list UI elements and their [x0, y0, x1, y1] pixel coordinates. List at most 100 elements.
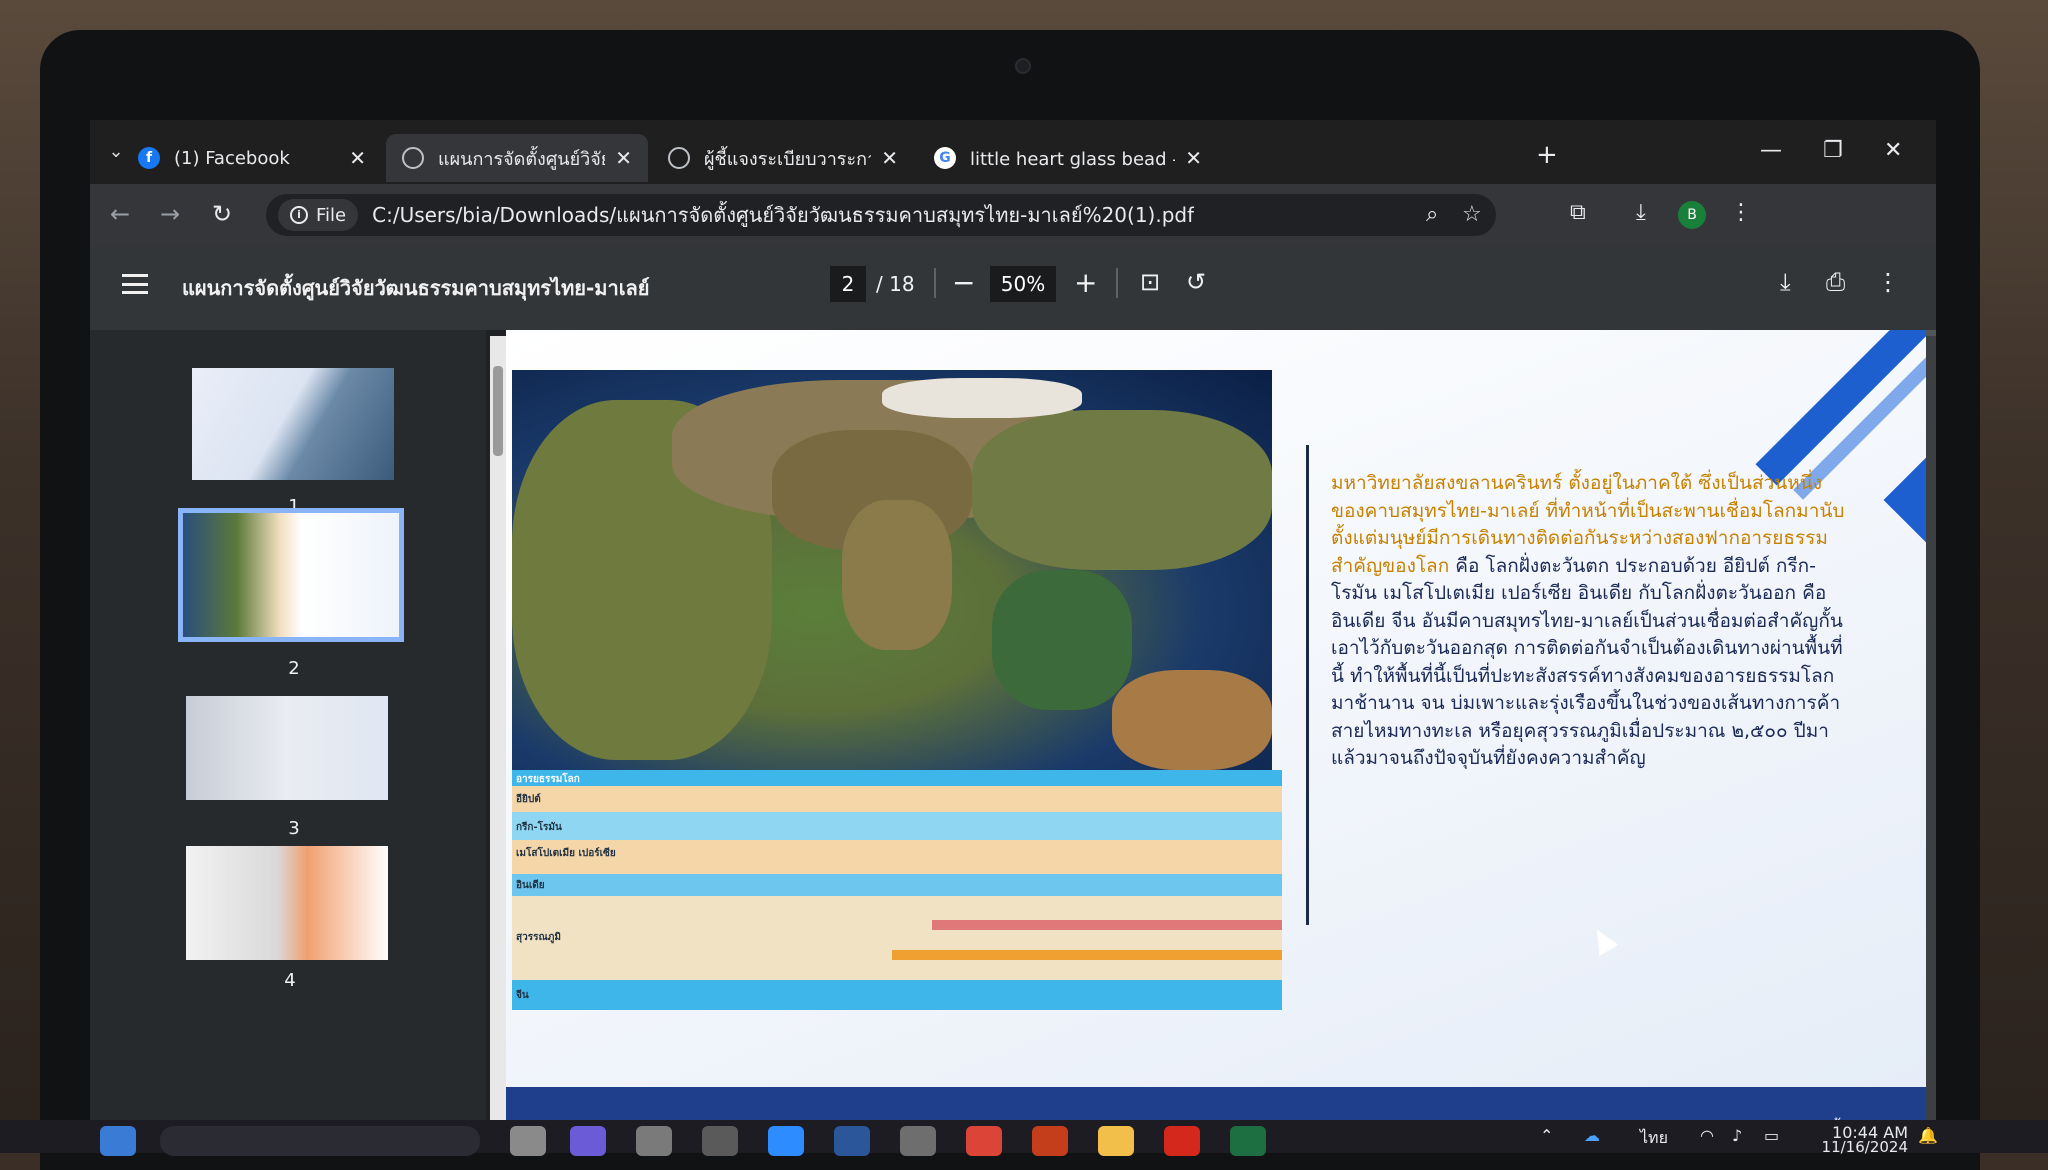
- page-number-input[interactable]: 2: [830, 266, 866, 302]
- battery-icon[interactable]: ▭: [1764, 1126, 1779, 1145]
- screen: ⌄ f (1) Facebook ✕ แผนการจัดตั้งศูนย์วิจ…: [90, 120, 1936, 1153]
- scrollbar-thumb[interactable]: [493, 366, 503, 456]
- tab-title: แผนการจัดตั้งศูนย์วิจัยวัฒนธรรมคาบ: [438, 144, 605, 173]
- site-info-chip[interactable]: i File: [278, 199, 358, 231]
- copilot-icon[interactable]: [570, 1126, 606, 1156]
- store-icon[interactable]: [636, 1126, 672, 1156]
- zoom-app-icon[interactable]: [768, 1126, 804, 1156]
- reload-icon[interactable]: ↻: [212, 200, 232, 228]
- calculator-icon[interactable]: [900, 1126, 936, 1156]
- new-tab-icon[interactable]: +: [1536, 140, 1558, 170]
- input-language[interactable]: ไทย: [1640, 1126, 1668, 1151]
- fit-to-page-icon[interactable]: ⊡: [1140, 268, 1160, 296]
- file-explorer-icon[interactable]: [1098, 1126, 1134, 1156]
- rotate-icon[interactable]: ↺: [1186, 268, 1206, 296]
- thumbnail-scrollbar[interactable]: [490, 336, 506, 1141]
- timeline-row-label: เมโสโปเตเมีย เปอร์เซีย: [516, 846, 616, 861]
- close-window-icon[interactable]: ✕: [1884, 138, 1902, 163]
- tab-google-search[interactable]: G little heart glass bead - ค้นหาด้วย ✕: [918, 134, 1218, 182]
- chrome-icon[interactable]: [966, 1126, 1002, 1156]
- pdf-page-2: อารยธรรมโลก อียิปต์ กรีก-โรมัน เมโสโปเตเ…: [506, 330, 1926, 1153]
- start-icon[interactable]: [100, 1126, 136, 1156]
- sidebar-menu-icon[interactable]: [122, 274, 148, 294]
- excel-icon[interactable]: [1230, 1126, 1266, 1156]
- notifications-bell-icon[interactable]: 🔔: [1918, 1126, 1938, 1145]
- close-tab-icon[interactable]: ✕: [615, 146, 632, 170]
- powerpoint-icon[interactable]: [1032, 1126, 1068, 1156]
- timeline-row-label: สุวรรณภูมิ: [516, 930, 561, 945]
- url-text: C:/Users/bia/Downloads/แผนการจัดตั้งศูนย…: [372, 199, 1194, 231]
- google-icon: G: [934, 147, 956, 169]
- page-paragraph: มหาวิทยาลัยสงขลานครินทร์ ตั้งอยู่ในภาคใต…: [1331, 470, 1851, 773]
- zoom-level-input[interactable]: 50%: [990, 266, 1056, 302]
- zoom-magnifier-icon[interactable]: ⌕: [1426, 202, 1438, 227]
- settings-icon[interactable]: [702, 1126, 738, 1156]
- thumbnail-label: 3: [194, 818, 394, 839]
- tab-title: (1) Facebook: [174, 148, 339, 169]
- thumbnail-label: 4: [190, 970, 390, 991]
- globe-icon: [668, 147, 690, 169]
- world-map-image: [512, 370, 1272, 770]
- paragraph-rest: คือ โลกฝั่งตะวันตก ประกอบด้วย อียิปต์ กร…: [1331, 555, 1843, 770]
- thumbnail-page-1[interactable]: [190, 366, 396, 482]
- tab-title: ผู้ชี้แจงระเบียบวาระการประชุมสภามห: [704, 144, 871, 173]
- timeline-row-label: อียิปต์: [516, 792, 541, 807]
- close-tab-icon[interactable]: ✕: [349, 146, 366, 170]
- tab-title: little heart glass bead - ค้นหาด้วย: [970, 144, 1175, 173]
- thumbnail-page-4[interactable]: [184, 844, 390, 962]
- zoom-in-icon[interactable]: +: [1074, 266, 1097, 299]
- windows-taskbar: ⌃ ☁ ไทย ◠ ♪ ▭ 10:44 AM 🔔: [0, 1120, 2048, 1153]
- minimize-icon[interactable]: —: [1760, 138, 1782, 163]
- wifi-icon[interactable]: ◠: [1700, 1126, 1714, 1145]
- restore-icon[interactable]: ❐: [1823, 138, 1843, 163]
- thumbnail-label: 2: [194, 658, 394, 679]
- forward-icon[interactable]: →: [160, 200, 180, 228]
- show-hidden-icons[interactable]: ⌃: [1540, 1126, 1553, 1145]
- volume-icon[interactable]: ♪: [1732, 1126, 1742, 1145]
- zoom-out-icon[interactable]: −: [952, 266, 975, 299]
- close-tab-icon[interactable]: ✕: [881, 146, 898, 170]
- pdf-viewport[interactable]: อารยธรรมโลก อียิปต์ กรีก-โรมัน เมโสโปเตเ…: [506, 330, 1936, 1153]
- webcam-icon: [1015, 58, 1031, 74]
- bookmark-star-icon[interactable]: ☆: [1462, 202, 1482, 227]
- profile-avatar[interactable]: B: [1678, 201, 1706, 229]
- downloads-icon[interactable]: ⤓: [1636, 200, 1646, 225]
- pdf-more-icon[interactable]: ⋮: [1876, 268, 1900, 296]
- tab-facebook[interactable]: f (1) Facebook ✕: [122, 134, 382, 182]
- decorative-diamond: [1884, 458, 1926, 543]
- tab-strip: ⌄ f (1) Facebook ✕ แผนการจัดตั้งศูนย์วิจ…: [90, 120, 1936, 184]
- onedrive-icon[interactable]: ☁: [1584, 1126, 1600, 1145]
- close-tab-icon[interactable]: ✕: [1185, 146, 1202, 170]
- tab-meeting-agenda[interactable]: ผู้ชี้แจงระเบียบวาระการประชุมสภามห ✕: [652, 134, 914, 182]
- thumbnail-page-3[interactable]: [184, 694, 390, 802]
- download-pdf-icon[interactable]: ⤓: [1780, 268, 1791, 296]
- address-bar[interactable]: i File C:/Users/bia/Downloads/แผนการจัดต…: [266, 194, 1496, 236]
- thumbnail-page-2[interactable]: [178, 508, 404, 642]
- timeline-row-label: อารยธรรมโลก: [516, 772, 580, 787]
- back-icon[interactable]: ←: [110, 200, 130, 228]
- print-icon[interactable]: ⎙: [1826, 268, 1845, 296]
- info-icon: i: [290, 206, 308, 224]
- facebook-icon: f: [138, 147, 160, 169]
- extensions-icon[interactable]: ⧉: [1570, 200, 1586, 225]
- thumbnail-sidebar: 1 2 3 4: [90, 330, 486, 1153]
- word-icon[interactable]: [834, 1126, 870, 1156]
- divider: [934, 268, 936, 298]
- timeline-row-label: จีน: [516, 988, 529, 1003]
- site-info-label: File: [316, 205, 346, 226]
- timeline-row-label: กรีก-โรมัน: [516, 820, 562, 835]
- tab-pdf-document[interactable]: แผนการจัดตั้งศูนย์วิจัยวัฒนธรรมคาบ ✕: [386, 134, 648, 182]
- browser-menu-icon[interactable]: ⋮: [1730, 200, 1752, 225]
- pdf-toolbar: แผนการจัดตั้งศูนย์วิจัยวัฒนธรรมคาบสมุทรไ…: [90, 246, 1936, 330]
- globe-icon: [402, 147, 424, 169]
- divider-line: [1306, 445, 1309, 925]
- divider: [1116, 268, 1118, 298]
- task-view-icon[interactable]: [510, 1126, 546, 1156]
- browser-toolbar: ← → ↻ i File C:/Users/bia/Downloads/แผนก…: [90, 184, 1936, 246]
- acrobat-icon[interactable]: [1164, 1126, 1200, 1156]
- history-timeline-table: อารยธรรมโลก อียิปต์ กรีก-โรมัน เมโสโปเตเ…: [512, 770, 1282, 1010]
- pdf-title: แผนการจัดตั้งศูนย์วิจัยวัฒนธรรมคาบสมุทรไ…: [182, 272, 650, 304]
- taskbar-search-box[interactable]: [160, 1126, 480, 1156]
- page-scrollbar[interactable]: [1926, 336, 1936, 1141]
- page-count: / 18: [876, 272, 915, 296]
